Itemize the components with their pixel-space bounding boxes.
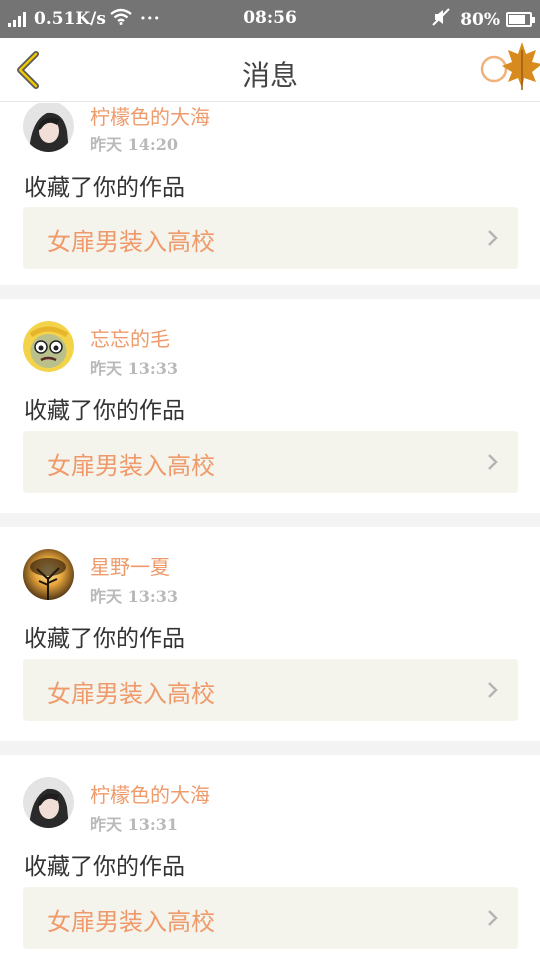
status-right: 80%: [432, 8, 535, 31]
more-notifications-icon: ···: [139, 9, 161, 29]
work-title: 女扉男装入高校: [47, 680, 215, 708]
work-title: 女扉男装入高校: [47, 908, 215, 936]
work-link[interactable]: 女扉男装入高校: [23, 659, 518, 721]
chevron-right-icon: [488, 454, 498, 470]
chevron-right-icon: [488, 230, 498, 246]
avatar[interactable]: [23, 103, 74, 152]
work-link[interactable]: 女扉男装入高校: [23, 431, 518, 493]
chevron-left-icon: [17, 51, 39, 89]
message-item: 忘忘的毛 昨天 13:33 收藏了你的作品 女扉男装入高校: [0, 299, 540, 513]
timestamp: 昨天 13:33: [90, 587, 179, 606]
action-text: 收藏了你的作品: [24, 398, 185, 424]
maple-leaf-icon: [480, 38, 540, 102]
username[interactable]: 忘忘的毛: [90, 323, 170, 352]
page-title: 消息: [241, 59, 298, 92]
wifi-icon: [110, 8, 132, 30]
timestamp: 昨天 13:31: [90, 815, 179, 834]
battery-fill: [509, 15, 525, 24]
nav-bar: 消息: [0, 38, 540, 102]
avatar[interactable]: [23, 777, 74, 828]
message-item: 星野一夏 昨天 13:33 收藏了你的作品 女扉男装入高校: [0, 527, 540, 741]
timestamp: 昨天 13:33: [90, 359, 179, 378]
timestamp: 昨天 14:20: [90, 135, 179, 154]
message-item: 柠檬色的大海 昨天 13:31 收藏了你的作品 女扉男装入高校: [0, 755, 540, 960]
work-link[interactable]: 女扉男装入高校: [23, 887, 518, 949]
network-speed: 0.51K/s: [34, 9, 106, 29]
message-list[interactable]: 柠檬色的大海 昨天 14:20 收藏了你的作品 女扉男装入高校 忘忘的毛 昨天 …: [0, 103, 540, 960]
divider: [0, 741, 540, 755]
divider: [0, 513, 540, 527]
avatar[interactable]: [23, 321, 74, 372]
battery-percent: 80%: [460, 9, 500, 30]
back-button[interactable]: [12, 50, 48, 90]
mute-icon: [432, 8, 450, 31]
message-item: 柠檬色的大海 昨天 14:20 收藏了你的作品 女扉男装入高校: [0, 103, 540, 283]
username[interactable]: 星野一夏: [90, 551, 170, 580]
action-text: 收藏了你的作品: [24, 854, 185, 880]
avatar[interactable]: [23, 549, 74, 600]
chevron-right-icon: [488, 682, 498, 698]
action-text: 收藏了你的作品: [24, 626, 185, 652]
signal-icon: [8, 11, 28, 27]
username[interactable]: 柠檬色的大海: [90, 779, 210, 808]
username[interactable]: 柠檬色的大海: [90, 103, 210, 130]
work-title: 女扉男装入高校: [47, 228, 215, 256]
chevron-right-icon: [488, 910, 498, 926]
work-link[interactable]: 女扉男装入高校: [23, 207, 518, 269]
divider: [0, 285, 540, 299]
status-left: 0.51K/s ···: [8, 8, 161, 30]
status-bar: 0.51K/s ··· 08:56 80%: [0, 0, 540, 38]
work-title: 女扉男装入高校: [47, 452, 215, 480]
action-text: 收藏了你的作品: [24, 175, 185, 201]
battery-icon: [506, 12, 535, 27]
